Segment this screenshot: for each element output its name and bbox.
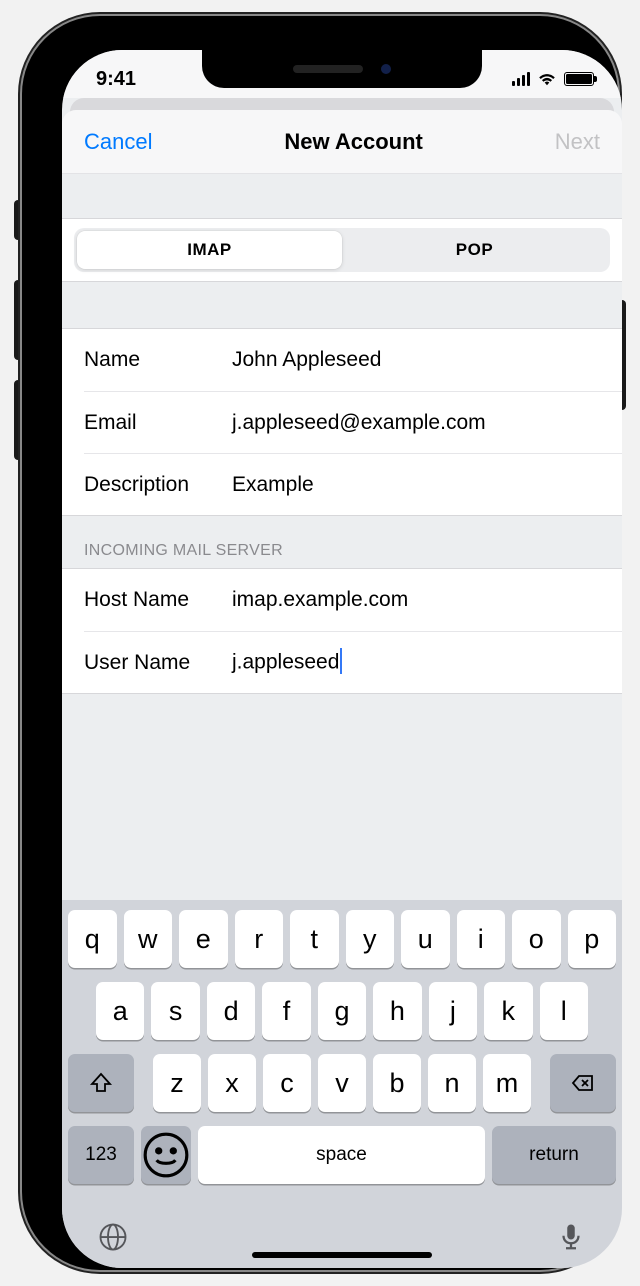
- numbers-key[interactable]: 123: [68, 1126, 134, 1184]
- return-key[interactable]: return: [492, 1126, 616, 1184]
- page-title: New Account: [284, 129, 423, 155]
- name-label: Name: [84, 348, 232, 372]
- key-a[interactable]: a: [96, 982, 144, 1040]
- key-b[interactable]: b: [373, 1054, 421, 1112]
- key-y[interactable]: y: [346, 910, 395, 968]
- email-row[interactable]: Email j.appleseed@example.com: [84, 391, 622, 453]
- host-name-label: Host Name: [84, 588, 232, 612]
- host-name-field[interactable]: imap.example.com: [232, 588, 600, 612]
- emoji-key[interactable]: [141, 1126, 191, 1184]
- email-label: Email: [84, 411, 232, 435]
- nav-bar: Cancel New Account Next: [62, 110, 622, 174]
- keyboard-row-1: q w e r t y u i o p: [68, 910, 616, 968]
- key-x[interactable]: x: [208, 1054, 256, 1112]
- key-o[interactable]: o: [512, 910, 561, 968]
- segment-imap[interactable]: IMAP: [77, 231, 342, 269]
- key-w[interactable]: w: [124, 910, 173, 968]
- battery-icon: [564, 72, 594, 86]
- key-h[interactable]: h: [373, 982, 421, 1040]
- key-r[interactable]: r: [235, 910, 284, 968]
- key-q[interactable]: q: [68, 910, 117, 968]
- phone-frame: 9:41 Cancel New: [22, 16, 618, 1270]
- key-i[interactable]: i: [457, 910, 506, 968]
- key-k[interactable]: k: [484, 982, 532, 1040]
- key-g[interactable]: g: [318, 982, 366, 1040]
- host-name-row[interactable]: Host Name imap.example.com: [62, 569, 622, 631]
- shift-icon: [89, 1071, 113, 1095]
- key-v[interactable]: v: [318, 1054, 366, 1112]
- user-name-row[interactable]: User Name j.appleseed: [84, 631, 622, 693]
- account-section: Name John Appleseed Email j.appleseed@ex…: [62, 328, 622, 516]
- name-field[interactable]: John Appleseed: [232, 348, 600, 372]
- emoji-icon: [141, 1130, 191, 1180]
- key-s[interactable]: s: [151, 982, 199, 1040]
- keyboard-row-2: a s d f g h j k l: [68, 982, 616, 1040]
- key-j[interactable]: j: [429, 982, 477, 1040]
- user-name-field[interactable]: j.appleseed: [232, 650, 600, 676]
- form-content: IMAP POP Name John Appleseed Email j.app…: [62, 174, 622, 894]
- keyboard-row-3: z x c v b n m: [68, 1054, 616, 1112]
- key-u[interactable]: u: [401, 910, 450, 968]
- new-account-modal: Cancel New Account Next IMAP POP: [62, 110, 622, 894]
- key-p[interactable]: p: [568, 910, 617, 968]
- microphone-icon[interactable]: [556, 1222, 586, 1252]
- user-name-label: User Name: [84, 651, 232, 675]
- next-button[interactable]: Next: [555, 129, 600, 155]
- key-c[interactable]: c: [263, 1054, 311, 1112]
- speaker-grille: [293, 65, 363, 73]
- key-l[interactable]: l: [540, 982, 588, 1040]
- key-m[interactable]: m: [483, 1054, 531, 1112]
- key-t[interactable]: t: [290, 910, 339, 968]
- key-f[interactable]: f: [262, 982, 310, 1040]
- screen: 9:41 Cancel New: [62, 50, 622, 1268]
- cellular-icon: [512, 72, 530, 86]
- text-cursor: [340, 648, 342, 674]
- space-key[interactable]: space: [198, 1126, 485, 1184]
- backspace-key[interactable]: [550, 1054, 616, 1112]
- key-d[interactable]: d: [207, 982, 255, 1040]
- front-camera: [381, 64, 391, 74]
- incoming-server-section: Host Name imap.example.com User Name j.a…: [62, 568, 622, 694]
- cancel-button[interactable]: Cancel: [84, 129, 152, 155]
- description-label: Description: [84, 473, 232, 497]
- segment-pop[interactable]: POP: [342, 231, 607, 269]
- description-row[interactable]: Description Example: [84, 453, 622, 515]
- key-e[interactable]: e: [179, 910, 228, 968]
- home-indicator[interactable]: [252, 1252, 432, 1258]
- status-time: 9:41: [96, 68, 136, 91]
- key-n[interactable]: n: [428, 1054, 476, 1112]
- backspace-icon: [571, 1071, 595, 1095]
- incoming-server-header: INCOMING MAIL SERVER: [62, 516, 622, 568]
- description-field[interactable]: Example: [232, 473, 600, 497]
- notch: [202, 50, 482, 88]
- key-z[interactable]: z: [153, 1054, 201, 1112]
- status-icons: [512, 72, 594, 86]
- keyboard[interactable]: q w e r t y u i o p a s d f g h: [62, 900, 622, 1268]
- protocol-segmented-control[interactable]: IMAP POP: [74, 228, 610, 272]
- keyboard-row-4: 123 space return: [68, 1126, 616, 1184]
- email-field[interactable]: j.appleseed@example.com: [232, 411, 600, 435]
- name-row[interactable]: Name John Appleseed: [62, 329, 622, 391]
- wifi-icon: [537, 72, 557, 86]
- globe-icon[interactable]: [98, 1222, 128, 1252]
- shift-key[interactable]: [68, 1054, 134, 1112]
